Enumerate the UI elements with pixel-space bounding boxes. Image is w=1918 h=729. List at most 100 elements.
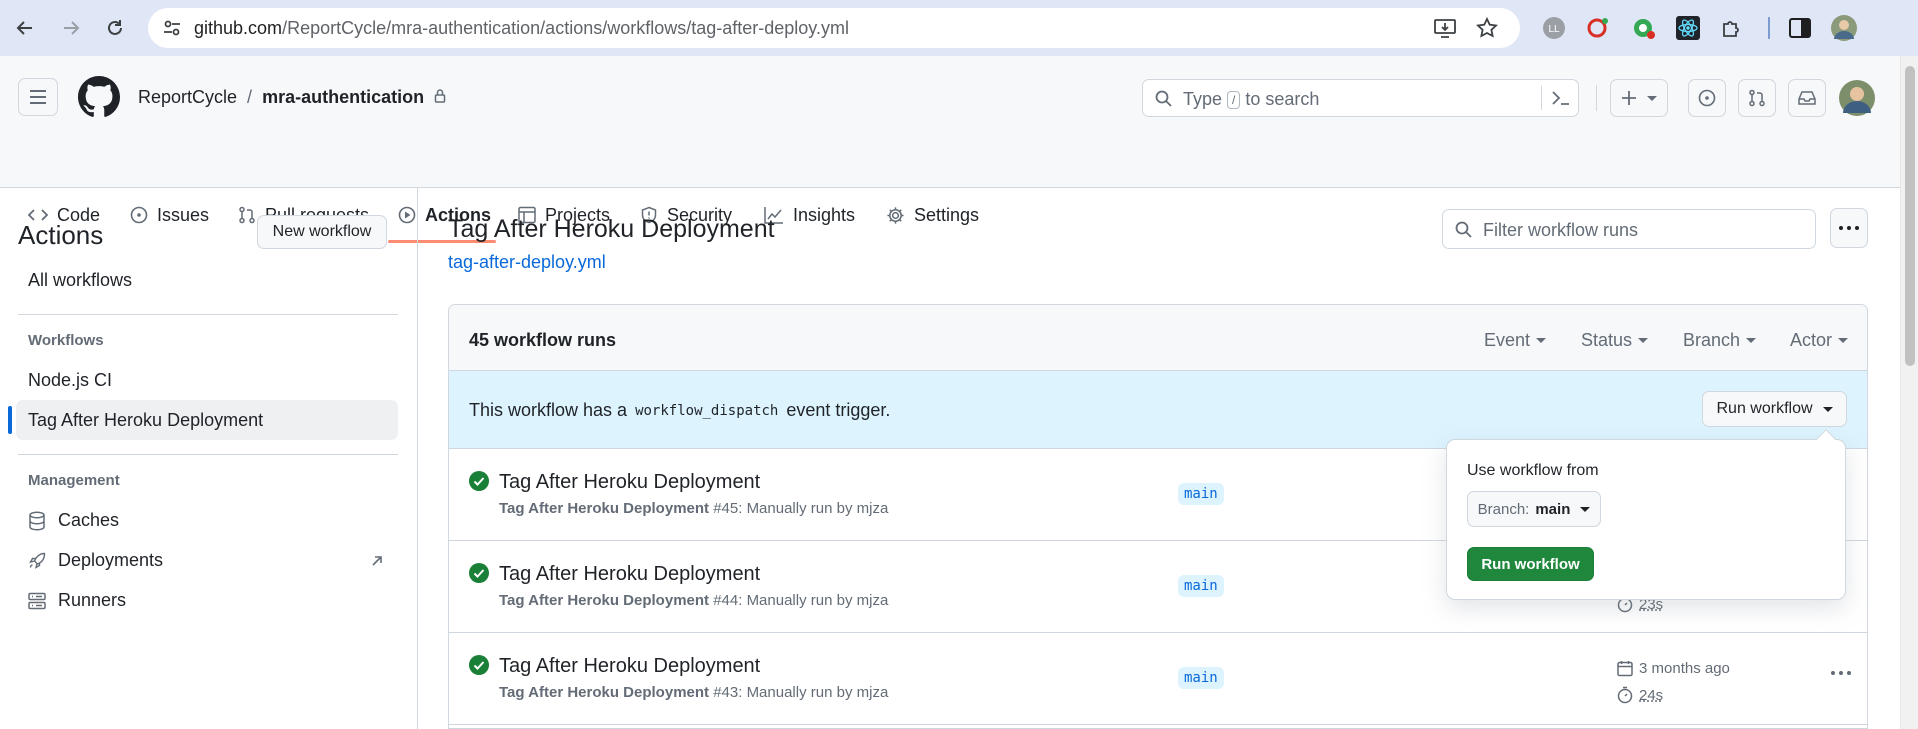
table-row[interactable]: Tag After Heroku Deployment Tag After He… (449, 633, 1867, 725)
run-title[interactable]: Tag After Heroku Deployment (499, 471, 760, 494)
sidebar-divider (18, 314, 398, 315)
github-logo-icon[interactable] (78, 76, 120, 118)
runs-count: 45 workflow runs (469, 330, 617, 350)
pull-request-icon (1749, 89, 1765, 107)
svg-text:LL: LL (1548, 24, 1560, 35)
sidebar-item-nodejs-ci[interactable]: Node.js CI (28, 370, 112, 391)
sidebar-item-all-workflows[interactable]: All workflows (28, 270, 132, 291)
success-check-icon (469, 655, 489, 675)
header-divider (1596, 85, 1597, 111)
filter-event[interactable]: Event (1484, 330, 1547, 351)
extension-q-icon[interactable] (1584, 14, 1612, 42)
branch-badge[interactable]: main (1178, 483, 1224, 505)
command-palette-icon[interactable] (1551, 89, 1571, 107)
chevron-down-icon (1536, 338, 1547, 343)
management-heading: Management (28, 472, 120, 489)
back-icon[interactable] (12, 15, 38, 41)
chevron-down-icon (1822, 406, 1833, 412)
issues-button[interactable] (1688, 79, 1726, 117)
chevron-down-icon (1638, 338, 1649, 343)
calendar-icon (1617, 661, 1633, 677)
search-icon (1455, 221, 1472, 238)
popover-heading: Use workflow from (1467, 462, 1599, 479)
branch-select[interactable]: Branch: main (1467, 491, 1601, 527)
run-title[interactable]: Tag After Heroku Deployment (499, 563, 760, 586)
chevron-down-icon (1838, 338, 1849, 343)
workflow-file-link[interactable]: tag-after-deploy.yml (448, 252, 606, 273)
run-workflow-submit-button[interactable]: Run workflow (1467, 547, 1594, 581)
site-info-icon[interactable] (162, 19, 182, 37)
run-subtitle: Tag After Heroku Deployment #43: Manuall… (499, 684, 889, 701)
side-panel-icon[interactable] (1786, 14, 1814, 42)
more-options-button[interactable] (1830, 208, 1868, 248)
new-workflow-button[interactable]: New workflow (257, 215, 387, 249)
external-link-arrow-icon (370, 554, 384, 568)
sidebar-item-label: Tag After Heroku Deployment (28, 410, 264, 430)
profile-avatar-icon[interactable] (1830, 14, 1858, 42)
sidebar-item-runners[interactable]: Runners (28, 590, 126, 611)
scrollbar-thumb[interactable] (1905, 66, 1915, 366)
browser-toolbar: github.com/ReportCycle/mra-authenticatio… (0, 0, 1918, 56)
owner-link[interactable]: ReportCycle (138, 87, 237, 108)
user-avatar[interactable] (1838, 79, 1876, 117)
server-icon (28, 592, 46, 609)
pull-requests-button[interactable] (1738, 79, 1776, 117)
filter-branch[interactable]: Branch (1683, 330, 1757, 351)
dispatch-text: This workflow has a workflow_dispatch ev… (469, 400, 891, 420)
extension-ll-icon[interactable]: LL (1540, 14, 1568, 42)
runs-header: 45 workflow runs Event Status Branch Act… (449, 305, 1867, 371)
workflows-heading: Workflows (28, 332, 104, 349)
breadcrumb-separator: / (247, 87, 253, 107)
branch-badge[interactable]: main (1178, 667, 1224, 689)
stopwatch-icon (1617, 686, 1633, 704)
success-check-icon (469, 471, 489, 491)
sidebar-item-caches[interactable]: Caches (28, 510, 119, 531)
forward-icon[interactable] (58, 15, 84, 41)
tab-settings[interactable]: Settings (886, 204, 979, 226)
create-new-button[interactable] (1610, 79, 1668, 117)
run-duration: 24s (1617, 686, 1663, 704)
reload-icon[interactable] (102, 15, 128, 41)
rocket-icon (29, 552, 46, 569)
sidebar-item-deployments[interactable]: Deployments (28, 550, 163, 571)
lock-icon (434, 89, 446, 103)
global-search-input[interactable]: Type / to search (1142, 79, 1579, 117)
sidebar-title: Actions (18, 220, 104, 250)
chevron-down-icon (1746, 338, 1757, 343)
run-title[interactable]: Tag After Heroku Deployment (499, 655, 760, 678)
filter-workflow-runs-input[interactable]: Filter workflow runs (1442, 209, 1816, 249)
chevron-down-icon (1580, 506, 1591, 512)
extension-gear-icon[interactable] (1630, 14, 1658, 42)
success-check-icon (469, 563, 489, 583)
sidebar-item-tag-after-heroku-deployment[interactable]: Tag After Heroku Deployment (8, 400, 398, 440)
actions-sidebar: Actions New workflow All workflows Workf… (0, 188, 418, 729)
database-icon (29, 510, 45, 531)
search-divider (1541, 86, 1542, 110)
hamburger-icon (30, 90, 46, 104)
branch-badge[interactable]: main (1178, 575, 1224, 597)
filter-actor[interactable]: Actor (1790, 330, 1849, 351)
menu-hamburger-button[interactable] (18, 78, 58, 116)
toolbar-divider (1768, 17, 1770, 39)
page-scrollbar[interactable] (1900, 56, 1918, 729)
issue-icon (1698, 89, 1716, 107)
run-actions-kebab-icon[interactable] (1831, 671, 1851, 675)
url-text: github.com/ReportCycle/mra-authenticatio… (194, 18, 849, 38)
run-date: 3 months ago (1617, 660, 1730, 677)
bookmark-star-icon[interactable] (1476, 17, 1498, 39)
run-workflow-dropdown-button[interactable]: Run workflow (1702, 391, 1847, 427)
address-bar[interactable]: github.com/ReportCycle/mra-authenticatio… (148, 8, 1520, 48)
inbox-button[interactable] (1788, 79, 1826, 117)
filter-status[interactable]: Status (1581, 330, 1649, 351)
repo-link[interactable]: mra-authentication (262, 87, 424, 108)
repo-header: ReportCycle / mra-authentication Type / … (0, 56, 1900, 243)
extensions-puzzle-icon[interactable] (1718, 14, 1746, 42)
tab-insights[interactable]: Insights (764, 204, 855, 226)
search-shortcut-key: / (1227, 90, 1241, 109)
breadcrumb: ReportCycle / mra-authentication (138, 87, 446, 108)
react-devtools-icon[interactable] (1674, 14, 1702, 42)
dispatch-code: workflow_dispatch (635, 402, 779, 419)
search-icon (1155, 90, 1172, 107)
active-indicator (8, 406, 12, 434)
install-app-icon[interactable] (1434, 18, 1456, 38)
